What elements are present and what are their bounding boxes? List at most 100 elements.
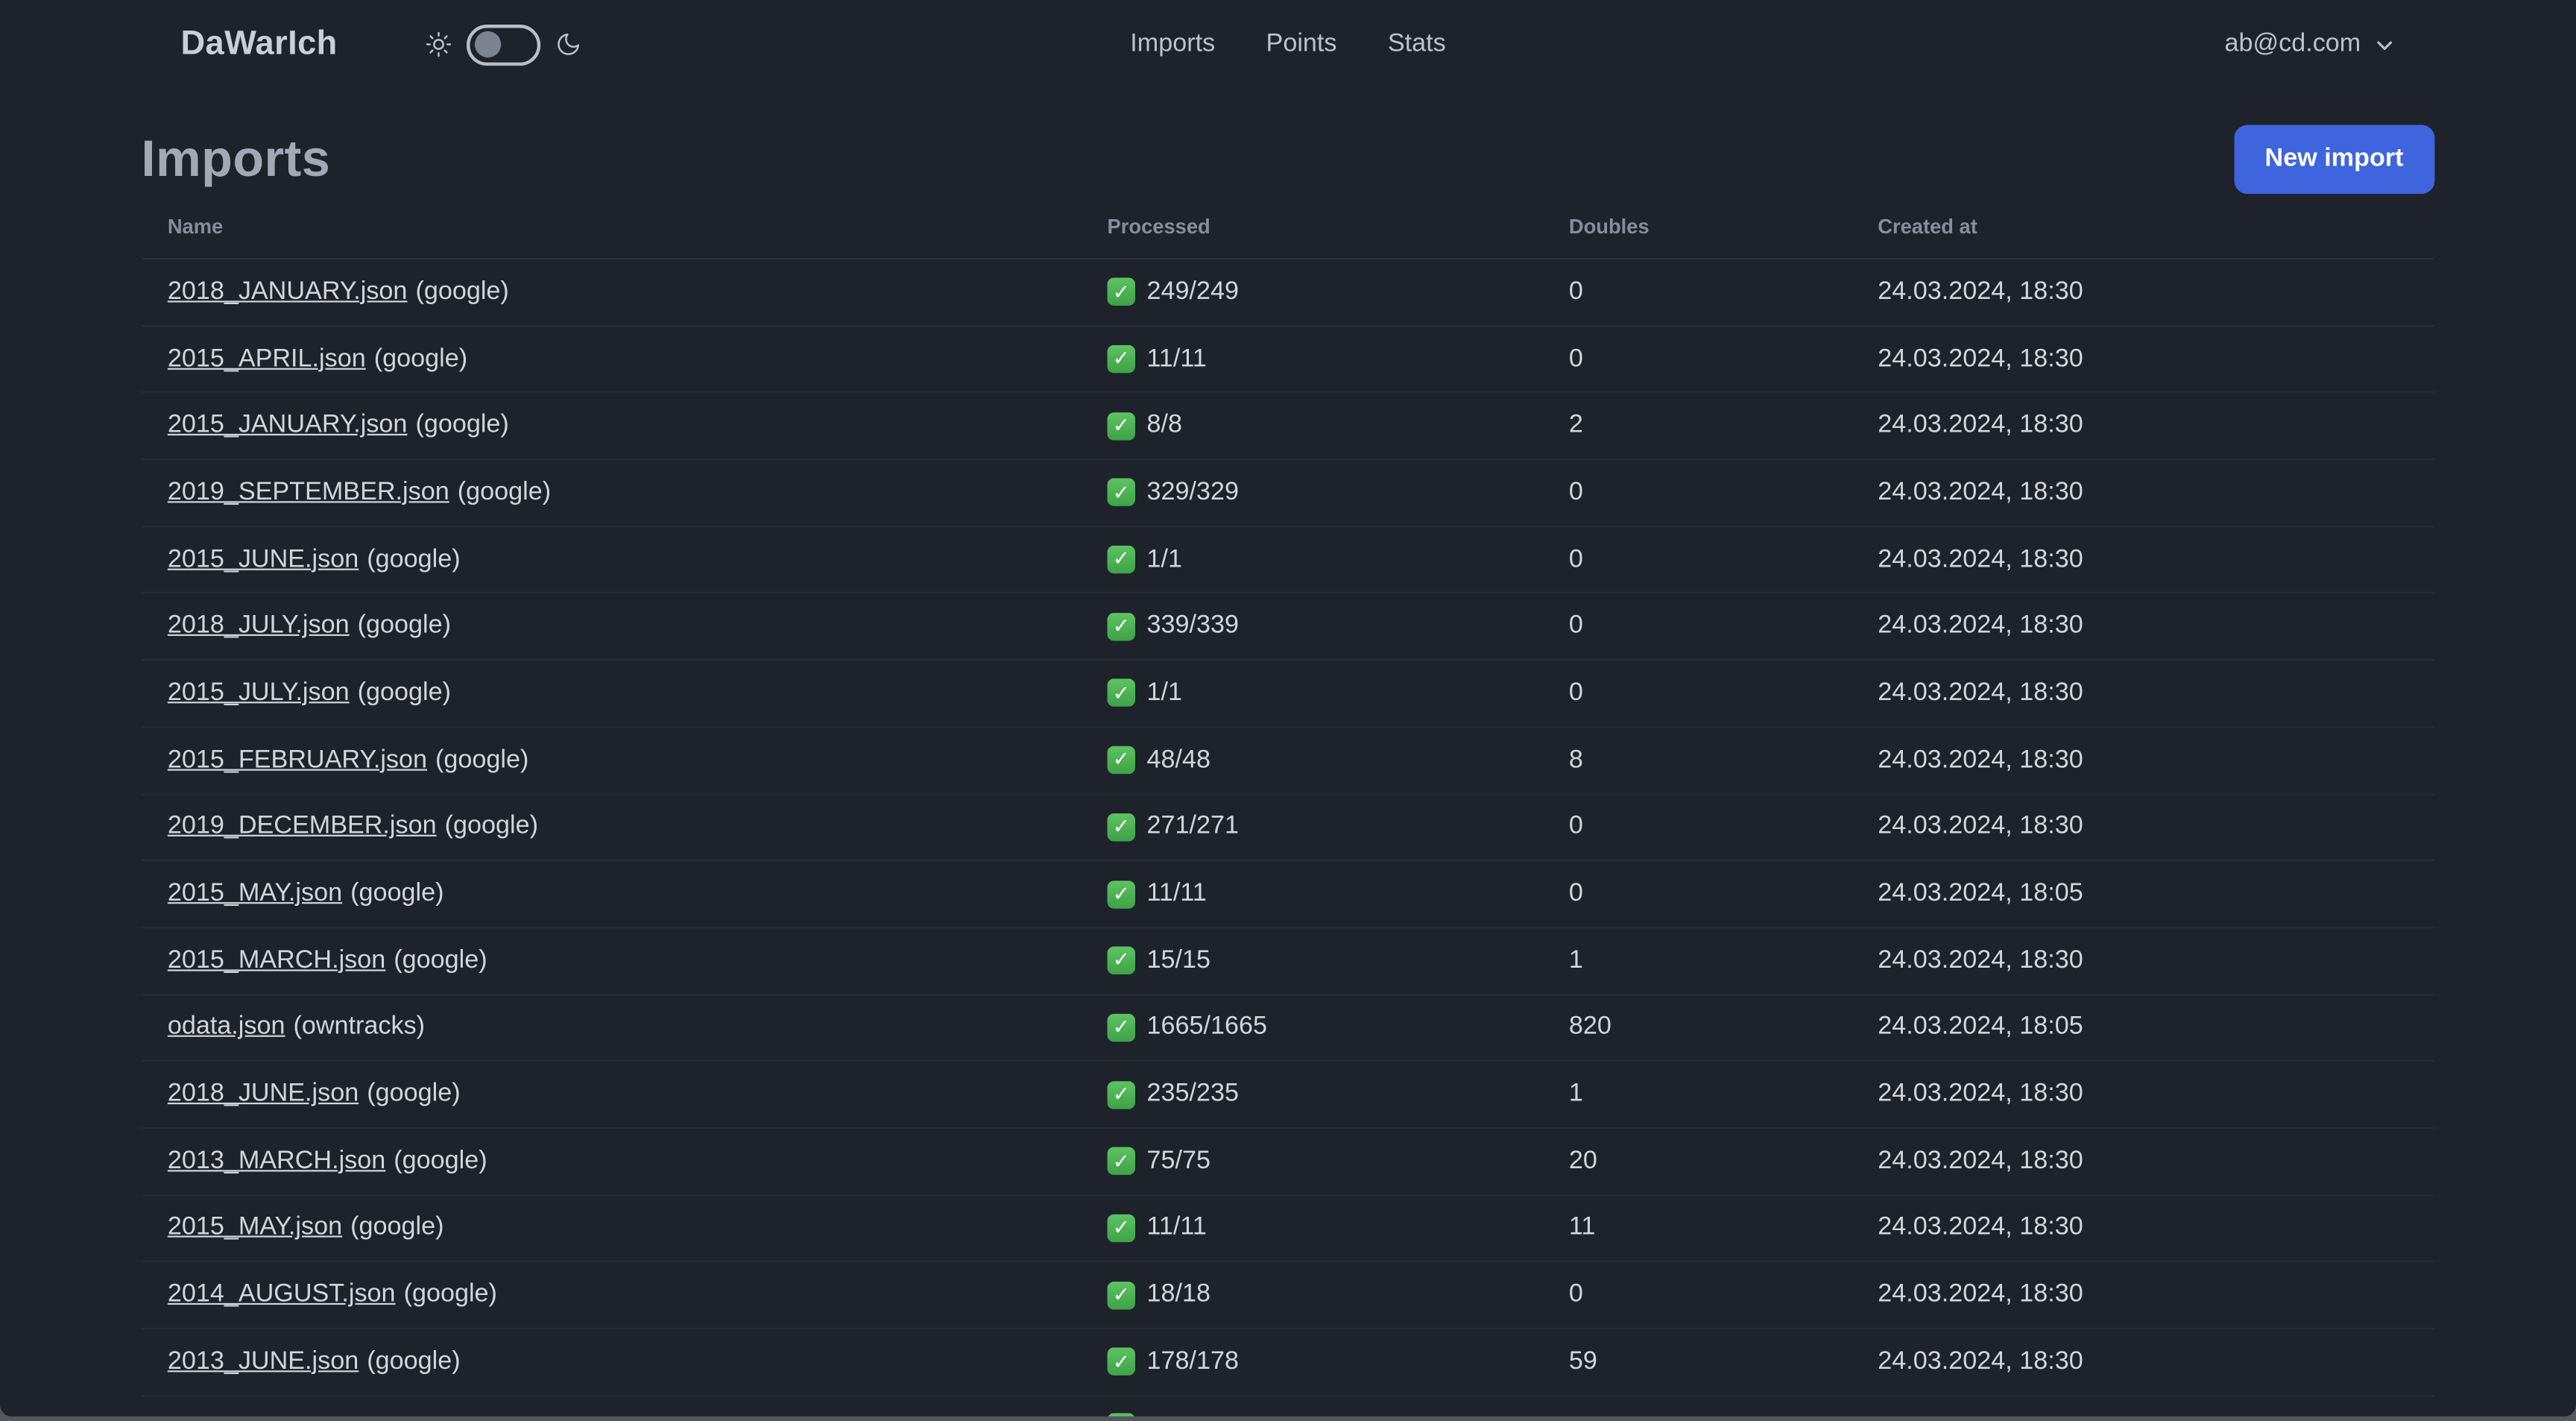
processed-count: 18/18 [1146, 1280, 1210, 1308]
doubles-count: 0 [1568, 344, 1583, 373]
user-menu[interactable]: ab@cd.com [2224, 30, 2395, 60]
doubles-count: 0 [1568, 611, 1583, 640]
doubles-count: 820 [1568, 1012, 1611, 1042]
import-source: (google) [444, 812, 539, 841]
import-file-link[interactable]: 2019_SEPTEMBER.json [168, 478, 449, 505]
created-at: 24.03.2024, 18:30 [1878, 1146, 2083, 1175]
app-window: DaWarIch Imports Points Stats ab@cd.com … [0, 0, 2576, 1417]
table-row: 2019_DECEMBER.json (google) ✓ 271/271 0 2… [141, 795, 2435, 862]
nav-points[interactable]: Points [1266, 30, 1337, 60]
import-file-link[interactable]: 2015_MARCH.json [168, 946, 385, 974]
created-at: 24.03.2024, 18:30 [1878, 1213, 2083, 1242]
nav-imports[interactable]: Imports [1130, 30, 1215, 60]
table-row: 2018_JUNE.json (google) ✓ 235/235 1 24.03… [141, 1062, 2435, 1129]
table-row: 2015_JULY.json (google) ✓ 1/1 0 24.03.202… [141, 661, 2435, 728]
table-row: 2015_MARCH.json (google) ✓ 15/15 1 24.03.… [141, 928, 2435, 995]
doubles-count: 0 [1568, 544, 1583, 573]
import-file-link[interactable]: 2015_FEBRUARY.json [168, 746, 427, 773]
doubles-count: 59 [1568, 1347, 1597, 1376]
import-file-link[interactable]: 2014_AUGUST.json [168, 1280, 396, 1308]
doubles-count: 0 [1568, 1280, 1583, 1308]
import-file-link[interactable]: 2015_JULY.json [168, 678, 350, 706]
column-header-name: Name [167, 215, 224, 239]
chevron-down-icon [2377, 40, 2393, 49]
processed-count: 48/48 [1146, 745, 1210, 774]
processed-count: 249/249 [1146, 277, 1239, 306]
success-check-icon: ✓ [1107, 479, 1136, 507]
import-file-link[interactable]: 2015_APRIL.json [168, 344, 366, 372]
created-at: 24.03.2024, 18:30 [1878, 411, 2083, 439]
nav-stats[interactable]: Stats [1388, 30, 1446, 60]
import-file-link[interactable]: 2015_MAY.json [168, 879, 342, 907]
processed-count: 75/75 [1146, 1146, 1210, 1175]
moon-icon [558, 34, 580, 55]
processed-cell: ✓ 249/249 [1081, 277, 1542, 307]
name-cell: 2015_JUNE.json (google) [142, 545, 1082, 575]
import-file-link[interactable]: 2015_MAY.json [168, 1214, 342, 1241]
table-body: 2018_JANUARY.json (google) ✓ 249/249 0 24… [141, 259, 2435, 1417]
doubles-count: 0 [1568, 678, 1583, 707]
processed-cell: ✓ 339/339 [1081, 612, 1542, 642]
processed-cell: ✓ 75/75 [1081, 1147, 1542, 1176]
processed-cell: ✓ 18/18 [1081, 1280, 1542, 1310]
name-cell: odata.json (owntracks) [142, 1013, 1082, 1043]
theme-toggle[interactable] [426, 23, 582, 66]
import-file-link[interactable]: 2015_JANUARY.json [168, 412, 408, 439]
screen: DaWarIch Imports Points Stats ab@cd.com … [0, 0, 2576, 1421]
processed-count: 329/329 [1146, 478, 1239, 506]
app-logo[interactable]: DaWarIch [180, 25, 337, 64]
name-cell [142, 1396, 1082, 1417]
name-cell: 2018_JANUARY.json (google) [142, 277, 1082, 307]
success-check-icon: ✓ [1107, 1013, 1136, 1042]
import-file-link[interactable]: 2018_JULY.json [168, 612, 350, 640]
processed-count: 11/11 [1146, 344, 1207, 373]
new-import-button[interactable]: New import [2233, 125, 2435, 195]
name-cell: 2015_JULY.json (google) [142, 678, 1082, 708]
table-row: 2019_SEPTEMBER.json (google) ✓ 329/329 0 … [141, 460, 2435, 527]
table-row: 2018_JULY.json (google) ✓ 339/339 0 24.03… [141, 594, 2435, 661]
import-source: (google) [415, 277, 509, 306]
name-cell: 2018_JULY.json (google) [142, 612, 1082, 642]
import-file-link[interactable]: odata.json [168, 1013, 285, 1041]
table-row: 2015_FEBRUARY.json (google) ✓ 48/48 8 24.… [141, 728, 2435, 795]
column-header-doubles: Doubles [1568, 215, 1650, 239]
created-at: 24.03.2024, 18:30 [1878, 745, 2083, 774]
processed-cell: ✓ 1665/1665 [1081, 1013, 1542, 1043]
processed-cell: ✓ 11/11 [1081, 1214, 1542, 1244]
import-source: (google) [415, 411, 509, 439]
name-cell: 2013_MARCH.json (google) [142, 1147, 1082, 1176]
import-source: (google) [350, 879, 444, 907]
success-check-icon: ✓ [1107, 947, 1136, 975]
table-row: 2014_AUGUST.json (google) ✓ 18/18 0 24.03… [141, 1262, 2435, 1330]
import-file-link[interactable]: 2018_JANUARY.json [168, 277, 408, 305]
processed-cell: ✓ 11/11 [1081, 879, 1542, 909]
column-header-created-at: Created at [1878, 215, 1977, 239]
processed-cell: ✓ 271/271 [1081, 813, 1542, 842]
processed-count: 8/8 [1146, 411, 1182, 439]
name-cell: 2013_JUNE.json (google) [142, 1347, 1082, 1377]
import-file-link[interactable]: 2019_DECEMBER.json [168, 813, 437, 840]
success-check-icon: ✓ [1107, 1147, 1136, 1176]
toggle-knob [475, 31, 502, 58]
success-check-icon: ✓ [1107, 1412, 1136, 1417]
import-source: (google) [357, 678, 451, 707]
table-row: odata.json (owntracks) ✓ 1665/1665 820 24… [141, 995, 2435, 1062]
name-cell: 2018_JUNE.json (google) [142, 1080, 1082, 1109]
created-at: 24.03.2024, 18:05 [1878, 879, 2083, 907]
import-file-link[interactable]: 2015_JUNE.json [168, 545, 359, 573]
import-source: (google) [367, 1080, 461, 1108]
name-cell: 2019_SEPTEMBER.json (google) [142, 478, 1082, 508]
processed-count: 235/235 [1146, 1080, 1239, 1108]
success-check-icon: ✓ [1107, 813, 1136, 842]
created-at [1852, 1396, 2434, 1413]
import-source: (google) [394, 1146, 487, 1175]
import-file-link[interactable]: 2018_JUNE.json [168, 1080, 359, 1107]
import-source: (google) [357, 611, 451, 640]
navbar-right: ab@cd.com [2224, 30, 2395, 60]
import-file-link[interactable]: 2013_JUNE.json [168, 1347, 359, 1375]
success-check-icon: ✓ [1107, 612, 1136, 641]
processed-count: 1665/1665 [1146, 1012, 1267, 1042]
theme-toggle-switch[interactable] [467, 23, 542, 66]
import-file-link[interactable]: 2013_MARCH.json [168, 1147, 385, 1174]
processed-count: 178/178 [1146, 1347, 1239, 1376]
